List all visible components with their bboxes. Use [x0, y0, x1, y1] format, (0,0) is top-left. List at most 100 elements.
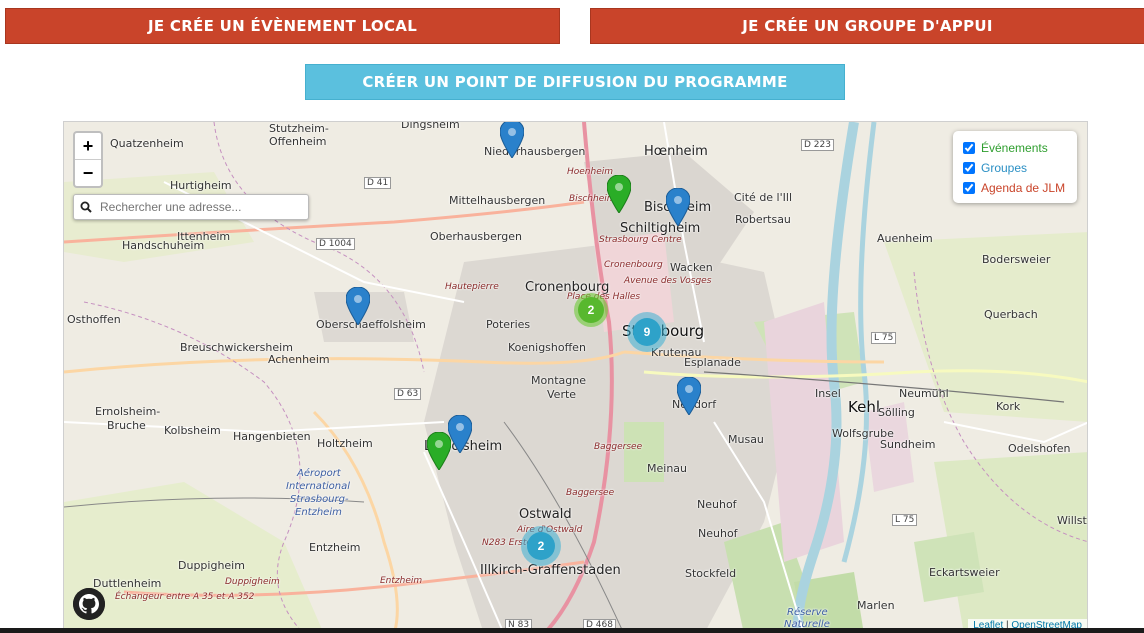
place-label: Esplanade	[684, 356, 741, 369]
group-marker[interactable]	[346, 287, 370, 325]
layer-events-checkbox[interactable]	[963, 142, 975, 154]
event-marker[interactable]	[427, 432, 451, 470]
place-label: Stutzheim-	[269, 122, 329, 135]
street-label: Baggersee	[594, 442, 643, 452]
bottom-bar	[0, 628, 1144, 633]
place-label: Cité de l'Ill	[734, 191, 792, 204]
place-label: Bruche	[107, 419, 146, 432]
place-label: Neuhof	[697, 498, 737, 511]
cluster-count: 9	[633, 318, 661, 346]
place-label: Stockfeld	[685, 567, 737, 580]
place-label: Odelshofen	[1008, 442, 1071, 455]
layer-groups-label: Groupes	[981, 161, 1028, 175]
street-label: Baggersee	[566, 488, 615, 498]
place-label: Neumühl	[899, 387, 949, 400]
group-marker[interactable]	[500, 121, 524, 158]
layers-control: Événements Groupes Agenda de JLM	[953, 131, 1077, 203]
layer-groups[interactable]: Groupes	[963, 158, 1077, 178]
event-cluster[interactable]: 2	[574, 293, 608, 327]
place-label: Hangenbieten	[233, 430, 311, 443]
place-label: Entzheim	[309, 541, 361, 554]
place-label: Robertsau	[735, 213, 791, 226]
place-label: Kehl	[848, 398, 880, 416]
zoom-control: + −	[73, 131, 103, 188]
place-label: Mittelhausbergen	[449, 194, 546, 207]
place-label: Hurtigheim	[170, 179, 232, 192]
place-label: Sölling	[878, 406, 915, 419]
place-label: Meinau	[647, 462, 687, 475]
layer-events[interactable]: Événements	[963, 138, 1077, 158]
layer-agenda-checkbox[interactable]	[963, 182, 975, 194]
place-label: Bodersweier	[982, 253, 1051, 266]
place-label: Wacken	[670, 261, 713, 274]
street-label: Cronenbourg	[604, 260, 663, 270]
place-label: Auenheim	[877, 232, 933, 245]
place-label: Illkirch-Graffenstaden	[480, 563, 621, 578]
place-label: International	[286, 481, 350, 492]
place-label: Handschuheim	[122, 239, 205, 252]
layer-agenda[interactable]: Agenda de JLM	[963, 178, 1077, 198]
zoom-out-button[interactable]: −	[75, 159, 101, 186]
place-label: Koenigshoffen	[508, 341, 586, 354]
place-label: Neuhof	[698, 527, 738, 540]
create-support-group-button[interactable]: JE CRÉE UN GROUPE D'APPUI	[590, 8, 1144, 44]
group-marker[interactable]	[666, 188, 690, 226]
place-label: Offenheim	[269, 135, 327, 148]
place-label: Ernolsheim-	[95, 405, 161, 418]
place-label: Sundheim	[880, 438, 936, 451]
place-label: Quatzenheim	[110, 137, 184, 150]
zoom-in-button[interactable]: +	[75, 133, 101, 159]
layer-agenda-label: Agenda de JLM	[981, 181, 1066, 195]
street-label: Hautepierre	[445, 282, 499, 292]
place-label: Réserve	[787, 607, 828, 618]
search-icon	[74, 201, 98, 213]
layer-groups-checkbox[interactable]	[963, 162, 975, 174]
place-label: Osthoffen	[67, 313, 121, 326]
layer-events-label: Événements	[981, 141, 1048, 155]
place-label: Kolbsheim	[164, 424, 221, 437]
street-label: Strasbourg Centre	[599, 235, 682, 245]
address-search	[73, 194, 309, 220]
street-label: Avenue des Vosges	[624, 276, 712, 286]
place-label: Achenheim	[268, 353, 330, 366]
create-diffusion-point-button[interactable]: CRÉER UN POINT DE DIFFUSION DU PROGRAMME	[305, 64, 845, 100]
place-label: Montagne	[531, 374, 586, 387]
place-label: Oberschaeffolsheim	[316, 318, 426, 331]
road-shield: D 41	[364, 177, 392, 189]
cluster-count: 2	[527, 532, 555, 560]
street-label: Duppigheim	[225, 577, 280, 587]
group-marker[interactable]	[448, 415, 472, 453]
place-label: Hœnheim	[644, 144, 708, 159]
group-cluster[interactable]: 9	[627, 312, 667, 352]
place-label: Kork	[996, 400, 1021, 413]
cluster-count: 2	[578, 297, 604, 323]
street-label: Entzheim	[380, 576, 423, 586]
place-label: Duppigheim	[178, 559, 245, 572]
road-shield: D 63	[394, 388, 422, 400]
place-label: Eckartsweier	[929, 566, 1000, 579]
group-marker[interactable]	[677, 377, 701, 415]
map[interactable]: Stutzheim- Offenheim Dingsheim Quatzenhe…	[63, 121, 1088, 633]
place-label: Willstä	[1057, 514, 1087, 527]
place-label: Poteries	[486, 318, 531, 331]
place-label: Dingsheim	[401, 121, 460, 131]
group-cluster[interactable]: 2	[521, 526, 561, 566]
event-marker[interactable]	[607, 175, 631, 213]
address-search-input[interactable]	[98, 199, 302, 215]
place-label: Entzheim	[295, 507, 342, 518]
create-local-event-button[interactable]: JE CRÉE UN ÉVÈNEMENT LOCAL	[5, 8, 560, 44]
place-label: Insel	[815, 387, 841, 400]
place-label: Querbach	[984, 308, 1038, 321]
place-label: Aéroport	[297, 468, 341, 479]
place-label: Verte	[547, 388, 577, 401]
place-label: Ostwald	[519, 507, 572, 522]
place-label: Holtzheim	[317, 437, 373, 450]
github-icon[interactable]	[73, 588, 105, 620]
road-shield: D 223	[801, 139, 834, 151]
road-shield: D 1004	[316, 238, 355, 250]
place-label: Strasbourg-	[290, 494, 349, 505]
street-label: Échangeur entre A 35 et A 352	[115, 592, 255, 602]
place-label: Musau	[728, 433, 764, 446]
road-shield: L 75	[871, 332, 897, 344]
place-label: Marlen	[857, 599, 895, 612]
